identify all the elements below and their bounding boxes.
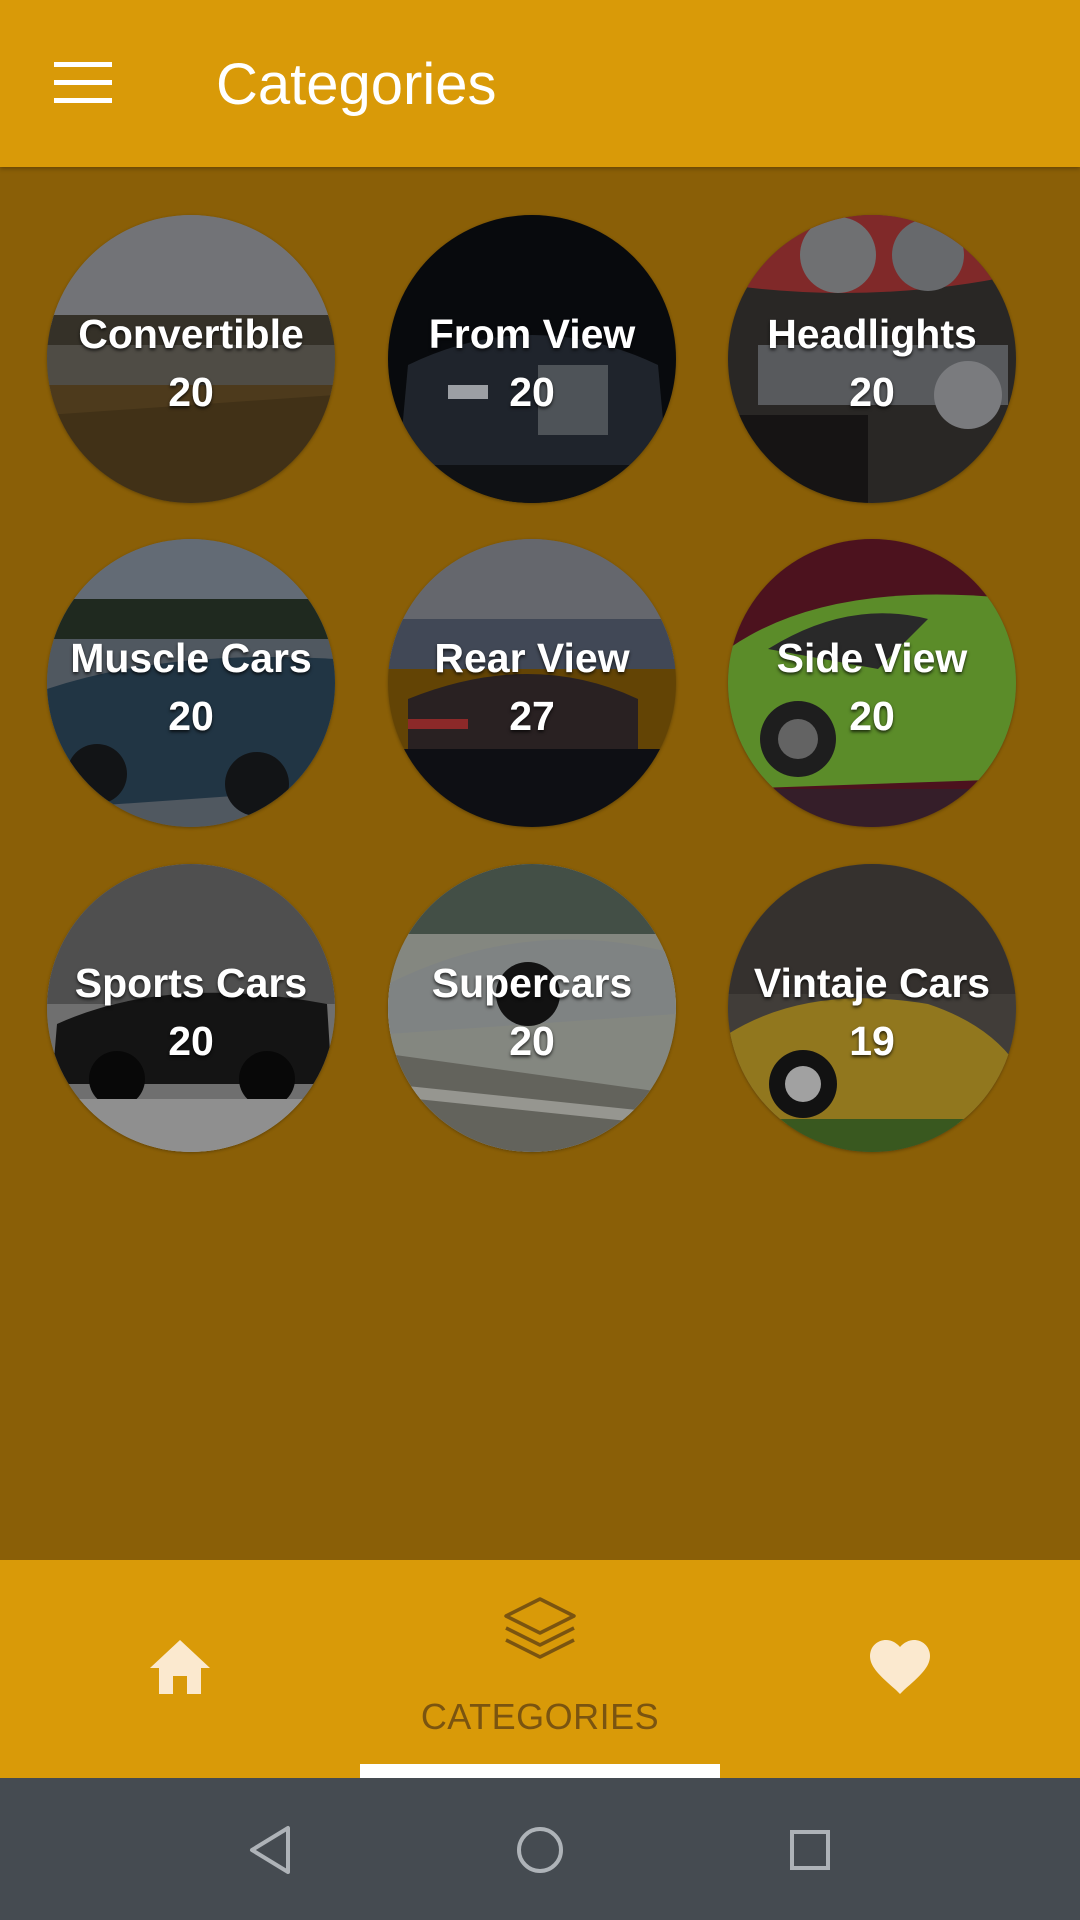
home-icon <box>150 1640 210 1694</box>
tile-overlay <box>47 215 335 503</box>
recents-square-icon <box>790 1830 830 1870</box>
category-name: Supercars <box>431 960 633 1006</box>
back-triangle-icon <box>250 1826 290 1874</box>
category-count: 20 <box>509 1018 555 1064</box>
bottom-navigation: CATEGORIES <box>0 1560 1080 1778</box>
tile-overlay <box>728 215 1016 503</box>
category-name: Sports Cars <box>74 960 308 1006</box>
system-navigation-bar <box>0 1778 1080 1920</box>
category-count: 27 <box>509 693 555 739</box>
category-count: 20 <box>168 693 214 739</box>
nav-item-favorites[interactable] <box>720 1560 1080 1778</box>
tile-overlay <box>388 215 676 503</box>
category-grid: Convertible 20 From View 20 Headlights 2… <box>0 167 1080 1560</box>
category-count: 20 <box>849 693 895 739</box>
category-count: 19 <box>849 1018 895 1064</box>
category-name: Side View <box>776 635 968 681</box>
category-count: 20 <box>849 369 895 415</box>
tile-overlay <box>388 539 676 827</box>
tile-overlay <box>47 864 335 1152</box>
category-tile-side-view[interactable]: Side View 20 <box>728 539 1016 827</box>
category-name: Convertible <box>78 311 304 357</box>
system-back-button[interactable] <box>228 1808 312 1892</box>
category-name: Vintaje Cars <box>753 960 991 1006</box>
home-circle-icon <box>517 1827 563 1873</box>
category-count: 20 <box>168 1018 214 1064</box>
nav-item-home[interactable] <box>0 1560 360 1778</box>
nav-item-categories[interactable]: CATEGORIES <box>360 1560 720 1778</box>
category-tile-supercars[interactable]: Supercars 20 <box>388 864 676 1152</box>
tile-overlay <box>728 539 1016 827</box>
category-name: From View <box>428 311 636 357</box>
selected-tab-indicator <box>360 1764 720 1778</box>
page-title: Categories <box>216 52 497 117</box>
layers-icon <box>504 1597 576 1659</box>
category-tile-convertible[interactable]: Convertible 20 <box>47 215 335 503</box>
category-tile-muscle-cars[interactable]: Muscle Cars 20 <box>47 539 335 827</box>
category-tile-rear-view[interactable]: Rear View 27 <box>388 539 676 827</box>
tile-overlay <box>388 864 676 1152</box>
app-bar: Categories <box>0 0 1080 167</box>
tile-overlay <box>47 539 335 827</box>
system-home-button[interactable] <box>498 1808 582 1892</box>
tile-overlay <box>728 864 1016 1152</box>
nav-label-categories: CATEGORIES <box>420 1696 660 1737</box>
heart-icon <box>870 1640 930 1694</box>
menu-button[interactable] <box>40 46 128 124</box>
category-tile-sports-cars[interactable]: Sports Cars 20 <box>47 864 335 1152</box>
category-name: Rear View <box>434 635 630 681</box>
category-tile-headlights[interactable]: Headlights 20 <box>728 215 1016 503</box>
category-tile-vintaje-cars[interactable]: Vintaje Cars 19 <box>728 864 1016 1152</box>
hamburger-menu-icon <box>54 62 112 103</box>
system-recents-button[interactable] <box>768 1808 852 1892</box>
category-count: 20 <box>168 369 214 415</box>
category-tile-from-view[interactable]: From View 20 <box>388 215 676 503</box>
category-count: 20 <box>509 369 555 415</box>
category-name: Headlights <box>767 311 977 357</box>
category-name: Muscle Cars <box>70 635 312 681</box>
